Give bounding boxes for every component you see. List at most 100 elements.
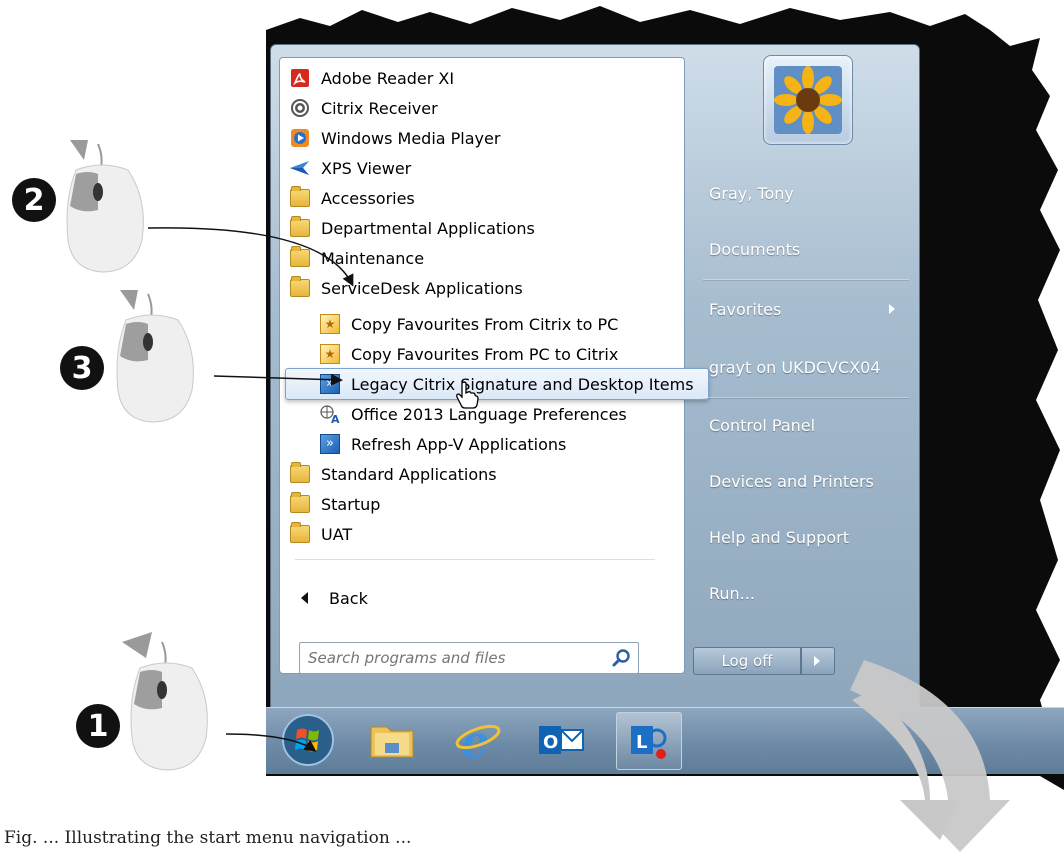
step-number: 1 (87, 708, 109, 744)
program-label: Adobe Reader XI (321, 68, 455, 88)
sunflower-icon (774, 66, 842, 134)
lync-button[interactable]: L (616, 712, 682, 770)
search-box (299, 642, 639, 674)
search-input[interactable] (306, 646, 610, 670)
program-copy-fav-citrix-to-pc[interactable]: ★ Copy Favourites From Citrix to PC (319, 309, 618, 339)
step-number: 3 (71, 350, 93, 386)
right-item-computer[interactable]: grayt on UKDCVCX04 (695, 347, 909, 387)
right-item-help-support[interactable]: Help and Support (695, 517, 909, 557)
shutdown-options-button[interactable] (801, 647, 835, 675)
program-folder-uat[interactable]: UAT (289, 519, 352, 549)
appv-icon: » (319, 433, 341, 455)
program-label: Startup (321, 494, 381, 514)
program-folder-accessories[interactable]: Accessories (289, 183, 415, 213)
step-2-badge: 2 (12, 178, 56, 222)
folder-icon (289, 462, 311, 485)
logoff-button[interactable]: Log off (693, 647, 801, 675)
svg-text:L: L (636, 732, 647, 753)
program-label: UAT (321, 524, 353, 544)
program-label: Standard Applications (321, 464, 497, 484)
submenu-arrow-icon (889, 304, 895, 314)
file-explorer-icon (370, 726, 414, 758)
adobe-reader-icon (289, 67, 311, 89)
right-item-documents[interactable]: Documents (695, 229, 909, 269)
favorites-label: Favorites (709, 299, 782, 319)
program-folder-servicedesk[interactable]: ServiceDesk Applications (289, 273, 523, 303)
right-item-favorites[interactable]: Favorites (695, 289, 909, 329)
documents-label: Documents (709, 239, 801, 259)
folder-icon (289, 186, 311, 209)
program-label: Refresh App-V Applications (351, 434, 567, 454)
program-refresh-appv[interactable]: » Refresh App-V Applications (319, 429, 566, 459)
outlook-icon: O (539, 726, 584, 754)
back-label: Back (329, 588, 368, 608)
program-label: Copy Favourites From PC to Citrix (351, 344, 619, 364)
step-number: 2 (23, 182, 45, 218)
appv-icon: » (319, 373, 341, 395)
help-label: Help and Support (709, 527, 849, 547)
outlook-button[interactable]: O (530, 712, 594, 768)
media-player-icon (289, 127, 311, 149)
program-label: Citrix Receiver (321, 98, 438, 118)
devices-label: Devices and Printers (709, 471, 874, 491)
program-folder-standard[interactable]: Standard Applications (289, 459, 497, 489)
program-adobe-reader[interactable]: Adobe Reader XI (289, 63, 454, 93)
right-item-devices-printers[interactable]: Devices and Printers (695, 461, 909, 501)
svg-text:e: e (461, 717, 489, 765)
program-label: Maintenance (321, 248, 425, 268)
xps-viewer-icon (289, 157, 311, 179)
shortcut-icon: ★ (319, 343, 341, 365)
program-label: Office 2013 Language Preferences (351, 404, 627, 424)
right-item-user[interactable]: Gray, Tony (695, 173, 909, 213)
back-button[interactable]: Back (293, 583, 368, 613)
figure-caption: Fig. ... Illustrating the start menu nav… (4, 828, 412, 848)
program-legacy-citrix-signature[interactable]: » Legacy Citrix Signature and Desktop It… (319, 369, 694, 399)
run-label: Run... (709, 583, 755, 603)
program-label: Departmental Applications (321, 218, 535, 238)
right-item-control-panel[interactable]: Control Panel (695, 405, 909, 445)
internet-explorer-icon: e (455, 717, 501, 765)
mouse-icon (122, 632, 208, 771)
computer-label: grayt on UKDCVCX04 (709, 357, 881, 377)
right-separator (703, 279, 909, 281)
citrix-receiver-icon (289, 97, 311, 119)
step-3-badge: 3 (60, 346, 104, 390)
search-icon[interactable] (612, 648, 632, 668)
program-xps-viewer[interactable]: XPS Viewer (289, 153, 411, 183)
program-folder-maintenance[interactable]: Maintenance (289, 243, 424, 273)
program-label: Legacy Citrix Signature and Desktop Item… (351, 374, 694, 394)
mouse-icon (58, 140, 144, 273)
step-1-badge: 1 (76, 704, 120, 748)
program-label: XPS Viewer (321, 158, 412, 178)
program-copy-fav-pc-to-citrix[interactable]: ★ Copy Favourites From PC to Citrix (319, 339, 618, 369)
right-separator (703, 397, 909, 399)
back-separator (295, 559, 655, 560)
file-explorer-button[interactable] (360, 712, 424, 768)
right-item-run[interactable]: Run... (695, 573, 909, 613)
program-citrix-receiver[interactable]: Citrix Receiver (289, 93, 438, 123)
mouse-icon (108, 290, 194, 423)
shortcut-icon: ★ (319, 313, 341, 335)
back-arrow-icon (293, 587, 315, 609)
control-panel-label: Control Panel (709, 415, 816, 435)
svg-text:A: A (331, 413, 340, 424)
program-folder-departmental[interactable]: Departmental Applications (289, 213, 535, 243)
lync-icon: L (631, 726, 667, 759)
folder-icon (289, 276, 311, 299)
hand-cursor-icon (456, 381, 479, 409)
program-label: Copy Favourites From Citrix to PC (351, 314, 619, 334)
program-label: ServiceDesk Applications (321, 278, 523, 298)
user-picture[interactable] (763, 55, 853, 145)
folder-icon (289, 522, 311, 545)
svg-text:O: O (543, 732, 558, 753)
windows-logo-icon (282, 714, 334, 766)
internet-explorer-button[interactable]: e (446, 712, 510, 768)
program-windows-media-player[interactable]: Windows Media Player (289, 123, 500, 153)
folder-icon (289, 492, 311, 515)
language-icon: A (319, 403, 341, 425)
program-label: Windows Media Player (321, 128, 501, 148)
program-folder-startup[interactable]: Startup (289, 489, 380, 519)
folder-icon (289, 216, 311, 239)
user-name-label: Gray, Tony (709, 183, 794, 203)
start-orb-button[interactable] (276, 712, 340, 768)
